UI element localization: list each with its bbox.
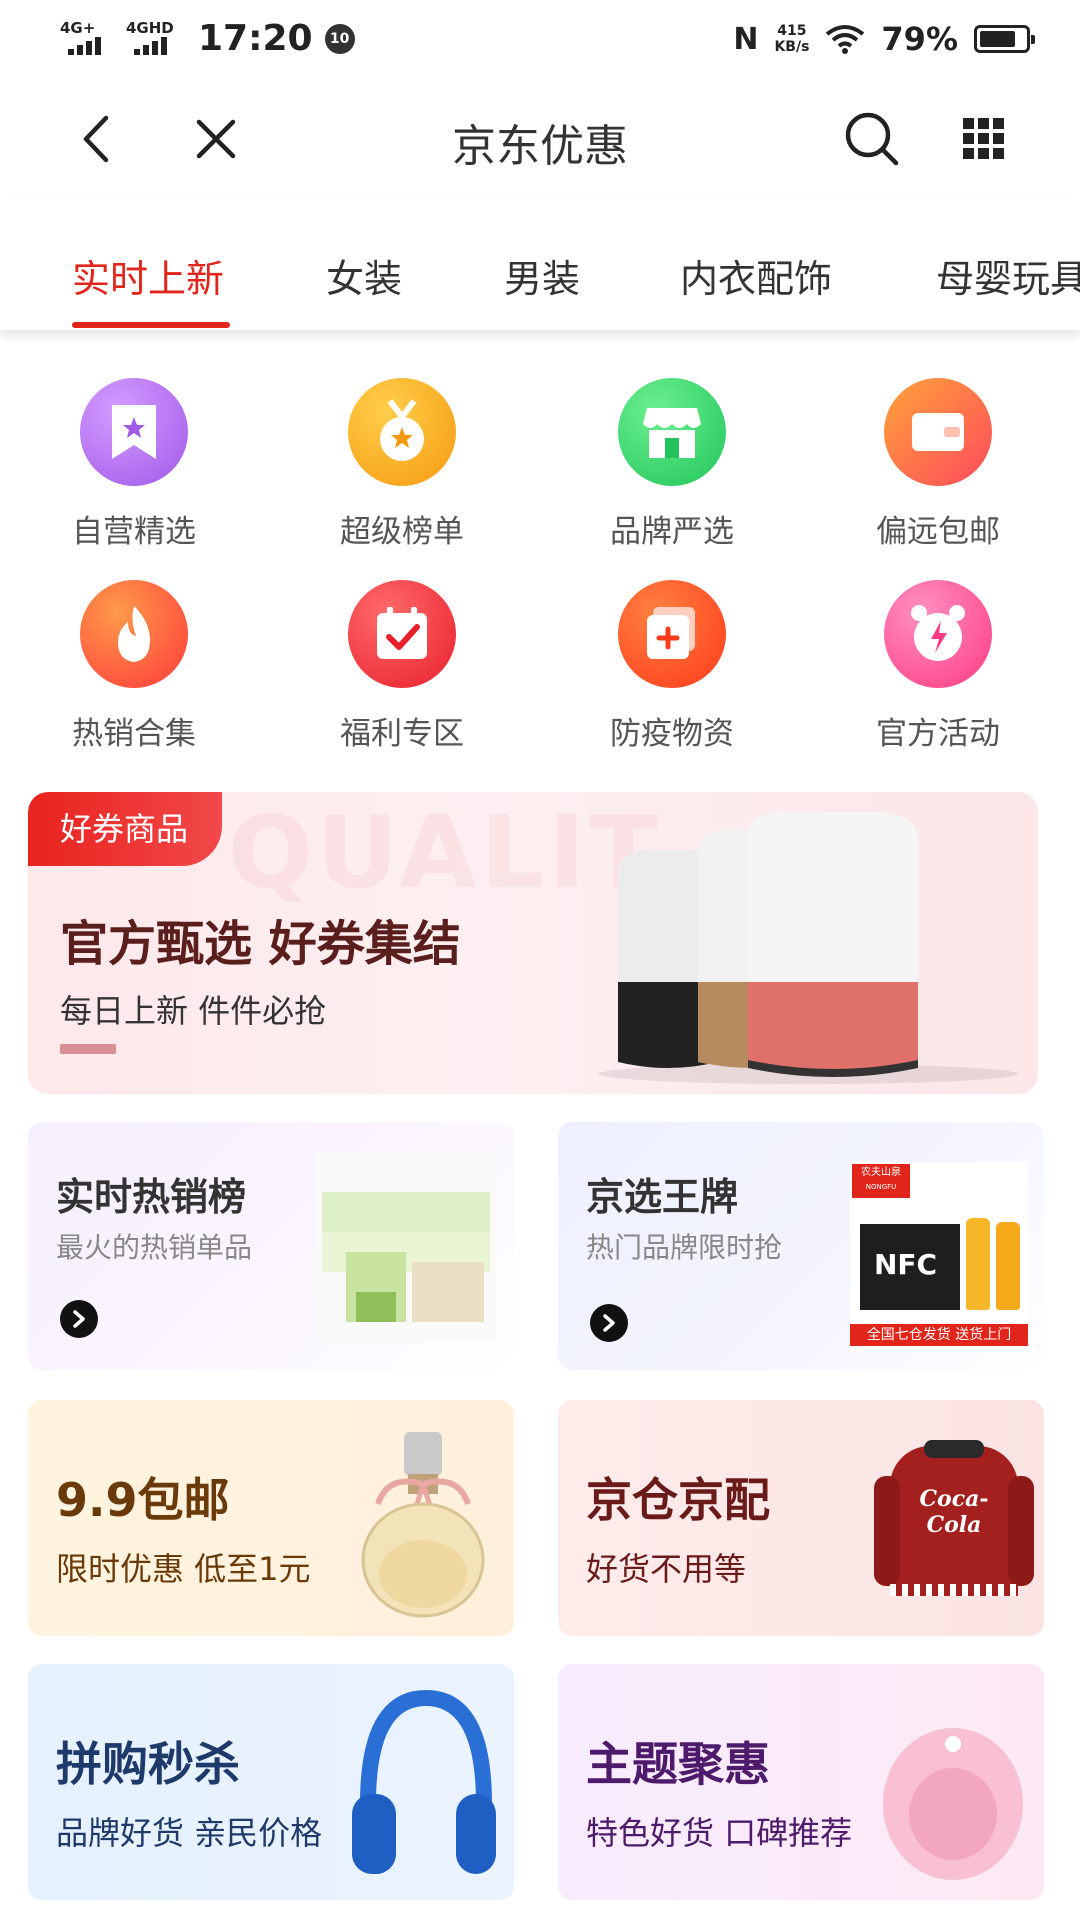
card-subtitle: 限时优惠 低至1元 bbox=[56, 1550, 311, 1588]
card-title: 拼购秒杀 bbox=[56, 1737, 240, 1791]
grid-item-official-events[interactable]: 官方活动 bbox=[848, 580, 1028, 753]
wallet-icon bbox=[884, 378, 992, 486]
grid-label: 官方活动 bbox=[876, 716, 1000, 752]
clock: 17:20 bbox=[198, 18, 313, 59]
grid-label: 自营精选 bbox=[72, 514, 196, 550]
page-title: 京东优惠 bbox=[452, 121, 628, 172]
coupon-banner[interactable]: QUALIT 好券商品 官方甄选 好券集结 每日上新 件件必抢 bbox=[28, 792, 1038, 1094]
medical-kit-icon bbox=[618, 580, 726, 688]
grid-item-welfare[interactable]: 福利专区 bbox=[312, 580, 492, 753]
card-subtitle: 好货不用等 bbox=[586, 1550, 747, 1588]
card-subtitle: 特色好货 口碑推荐 bbox=[586, 1814, 853, 1852]
bookmark-star-icon bbox=[80, 378, 188, 486]
banner-indicator bbox=[60, 1044, 116, 1054]
product-logo: Coca-Cola bbox=[919, 1486, 989, 1538]
store-icon bbox=[618, 378, 726, 486]
tab-realtime-new[interactable]: 实时上新 bbox=[72, 248, 224, 303]
card-group-flash-sale[interactable]: 拼购秒杀 品牌好货 亲民价格 bbox=[28, 1664, 514, 1900]
tab-womens[interactable]: 女装 bbox=[326, 248, 402, 303]
signal-icon-1: 4G+ bbox=[60, 19, 114, 59]
chevron-right-icon bbox=[73, 1310, 85, 1328]
card-title: 实时热销榜 bbox=[56, 1175, 247, 1219]
card-subtitle: 最火的热销单品 bbox=[56, 1231, 253, 1264]
headphones-image bbox=[352, 1689, 496, 1874]
card-hot-sales[interactable]: 实时热销榜 最火的热销单品 bbox=[28, 1122, 514, 1370]
battery-icon bbox=[974, 25, 1035, 53]
speed-unit: KB/s bbox=[774, 39, 810, 55]
grid-item-brand-select[interactable]: 品牌严选 bbox=[582, 378, 762, 551]
tab-baby-toys[interactable]: 母婴玩具 bbox=[936, 248, 1080, 303]
search-button[interactable] bbox=[842, 109, 902, 169]
tissue-pack-image bbox=[316, 1152, 496, 1342]
juice-product-image: 农夫山泉 NONGFU SPRING NFC 全国七仓发货 送货上门 bbox=[850, 1162, 1028, 1352]
card-subtitle: 热门品牌限时抢 bbox=[586, 1231, 783, 1264]
card-theme-deals[interactable]: 主题聚惠 特色好货 口碑推荐 bbox=[558, 1664, 1044, 1900]
category-tabs: 实时上新 女装 男装 内衣配饰 母婴玩具 bbox=[0, 200, 1080, 330]
grid-label: 偏远包邮 bbox=[876, 514, 1000, 550]
grid-item-self-operated[interactable]: 自营精选 bbox=[44, 378, 224, 551]
medal-icon bbox=[348, 378, 456, 486]
card-title: 京选王牌 bbox=[586, 1175, 739, 1219]
tab-underwear[interactable]: 内衣配饰 bbox=[680, 248, 832, 303]
nfc-icon: N bbox=[733, 21, 759, 57]
grid-item-hot-collection[interactable]: 热销合集 bbox=[44, 580, 224, 753]
perfume-bottle-image bbox=[361, 1432, 485, 1618]
product-name: NFC bbox=[874, 1248, 938, 1281]
search-icon bbox=[845, 112, 899, 166]
grid-label: 品牌严选 bbox=[610, 514, 734, 550]
card-jd-warehouse[interactable]: 京仓京配 好货不用等 Coca-Cola bbox=[558, 1400, 1044, 1636]
battery-percent: 79% bbox=[881, 20, 958, 58]
jacket-product-image: Coca-Cola bbox=[874, 1436, 1034, 1604]
coupon-tag: 好券商品 bbox=[28, 792, 223, 866]
grid-item-remote-shipping[interactable]: 偏远包邮 bbox=[848, 378, 1028, 551]
tab-mens[interactable]: 男装 bbox=[504, 248, 580, 303]
banner-subtitle: 每日上新 件件必抢 bbox=[60, 992, 327, 1030]
product-brand-en: NONGFU SPRING bbox=[865, 1183, 897, 1198]
flame-icon bbox=[80, 580, 188, 688]
chevron-right-icon bbox=[603, 1314, 615, 1332]
signal-icon-2: 4GHD bbox=[126, 19, 180, 59]
menu-button[interactable] bbox=[954, 109, 1014, 169]
network-speed: 415 KB/s bbox=[774, 23, 809, 55]
status-left: 4G+ 4GHD 17:20 10 bbox=[60, 18, 355, 59]
calendar-check-icon bbox=[348, 580, 456, 688]
grid-label: 福利专区 bbox=[340, 716, 464, 752]
banner-title: 官方甄选 好券集结 bbox=[60, 916, 461, 972]
card-brand-king[interactable]: 京选王牌 热门品牌限时抢 农夫山泉 NONGFU SPRING NFC 全国七仓… bbox=[558, 1122, 1044, 1370]
nav-bar: 京东优惠 bbox=[0, 84, 1080, 194]
arrow-right-button[interactable] bbox=[590, 1304, 628, 1342]
active-tab-indicator bbox=[72, 322, 230, 328]
card-subtitle: 品牌好货 亲民价格 bbox=[56, 1814, 323, 1852]
grid-item-super-list[interactable]: 超级榜单 bbox=[312, 378, 492, 551]
network-type-1: 4G+ bbox=[60, 18, 96, 37]
wifi-icon bbox=[826, 25, 865, 54]
cleansing-brush-image bbox=[883, 1728, 1023, 1880]
card-title: 京仓京配 bbox=[586, 1473, 770, 1527]
product-shipping-tag: 全国七仓发货 送货上门 bbox=[850, 1324, 1028, 1346]
notification-badge: 10 bbox=[324, 23, 355, 54]
arrow-right-button[interactable] bbox=[60, 1300, 98, 1338]
network-type-2: 4GHD bbox=[126, 18, 174, 37]
status-right: N 415 KB/s 79% bbox=[733, 20, 1035, 58]
status-bar: 4G+ 4GHD 17:20 10 N 415 KB/s 79% bbox=[0, 0, 1080, 84]
battery-fill bbox=[980, 31, 1015, 47]
card-title: 9.9包邮 bbox=[56, 1473, 230, 1527]
grid-item-epidemic-supplies[interactable]: 防疫物资 bbox=[582, 580, 762, 753]
grid-label: 防疫物资 bbox=[610, 716, 734, 752]
grid-label: 超级榜单 bbox=[340, 514, 464, 550]
grid-menu-icon bbox=[963, 118, 1004, 159]
speed-value: 415 bbox=[777, 23, 807, 39]
alarm-clock-icon bbox=[884, 580, 992, 688]
smart-speakers-image bbox=[598, 812, 1018, 1084]
card-title: 主题聚惠 bbox=[586, 1737, 770, 1791]
product-brand: 农夫山泉 bbox=[861, 1167, 901, 1178]
card-free-shipping[interactable]: 9.9包邮 限时优惠 低至1元 bbox=[28, 1400, 514, 1636]
grid-label: 热销合集 bbox=[72, 716, 196, 752]
